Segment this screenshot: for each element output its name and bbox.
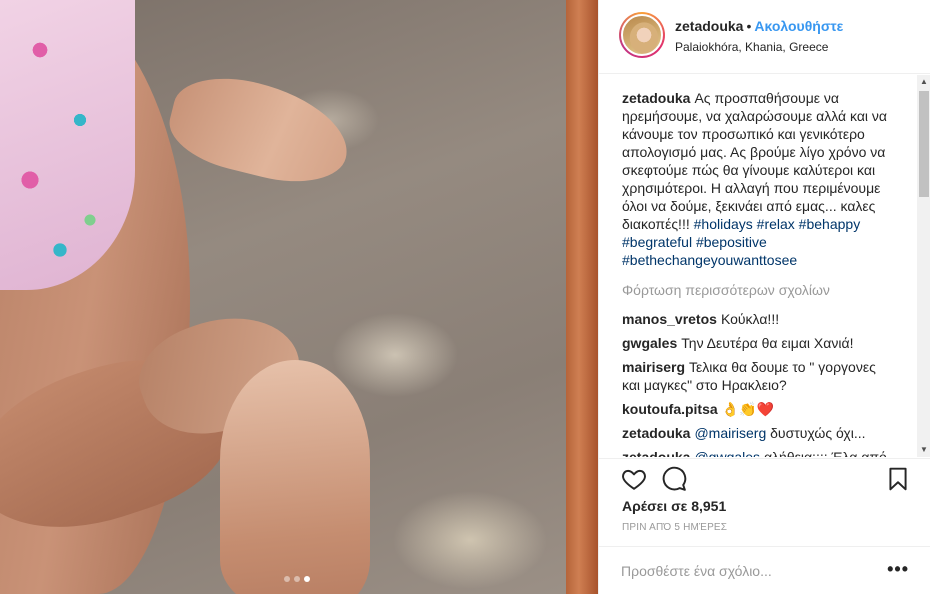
comment-item: zetadouka @mairiserg δυστυχώς όχι... [622,424,917,442]
header-user-row: zetadouka • Ακολουθήστε [675,18,843,34]
comment-mention[interactable]: @gwgales [694,449,760,457]
avatar-story-ring[interactable] [619,12,665,58]
add-comment-input[interactable] [621,559,871,583]
carousel-dot[interactable] [294,576,300,582]
post-actions [599,458,930,498]
load-more-comments-button[interactable]: Φόρτωση περισσότερων σχολίων [622,280,917,304]
heart-icon[interactable] [621,466,647,492]
comment-item: zetadouka @gwgales αλήθεια:::: Έλα από [622,448,917,457]
comment-text: Την Δευτέρα θα ειμαι Χανιά! [681,335,854,351]
add-comment-bar: ••• [599,546,930,594]
comment-item: gwgales Την Δευτέρα θα ειμαι Χανιά! [622,334,917,352]
post-header: zetadouka • Ακολουθήστε Palaiokhóra, Khani… [599,0,930,74]
post-side-panel: zetadouka • Ακολουθήστε Palaiokhóra, Khani… [598,0,930,594]
comment-item: manos_vretos Κούκλα!!! [622,310,917,328]
follow-button[interactable]: Ακολουθήστε [754,18,843,34]
comments-list[interactable]: zetadouka Ας προσπαθήσουμε να ηρεμήσουμε,… [599,75,917,457]
location-link[interactable]: Palaiokhóra, Khania, Greece [675,40,828,54]
comment-username[interactable]: zetadouka [622,449,690,457]
comment-item: koutoufa.pitsa 👌👏❤️ [622,400,917,418]
comment-username[interactable]: manos_vretos [622,311,717,327]
scroll-down-arrow-icon[interactable]: ▼ [917,443,930,457]
comment-text: Κούκλα!!! [720,311,780,327]
separator-dot: • [746,18,752,34]
caption-username[interactable]: zetadouka [622,90,690,106]
wooden-edge [566,0,598,594]
post-timestamp[interactable]: ΠΡΙΝ ΑΠΌ 5 ΗΜΈΡΕΣ [622,522,727,533]
foot-shape [220,360,370,594]
header-username[interactable]: zetadouka [675,18,743,34]
comment-item: mairiserg Τελικα θα δουμε το " γοργονες κ… [622,358,917,394]
comment-username[interactable]: gwgales [622,335,677,351]
comment-text: 👌👏❤️ [721,401,774,417]
comment-mention[interactable]: @mairiserg [694,425,766,441]
comment-username[interactable]: zetadouka [622,425,690,441]
caption-text: Ας προσπαθήσουμε να ηρεμήσουμε, να χαλαρ… [622,90,888,232]
comment-text: δυστυχώς όχι... [770,425,866,441]
comment-bubble-icon[interactable] [661,466,687,492]
avatar[interactable] [621,14,663,56]
comment-text: αλήθεια:::: Έλα από [763,449,887,457]
likes-count[interactable]: Αρέσει σε 8,951 [622,498,726,514]
scroll-up-arrow-icon[interactable]: ▲ [917,75,930,89]
comment-username[interactable]: mairiserg [622,359,685,375]
carousel-dot[interactable] [284,576,290,582]
post-photo[interactable] [0,0,598,594]
bookmark-icon[interactable] [885,466,911,492]
more-options-icon[interactable]: ••• [887,559,909,579]
comments-scrollbar[interactable]: ▲ ▼ [917,75,930,457]
carousel-dot-active[interactable] [304,576,310,582]
post-caption: zetadouka Ας προσπαθήσουμε να ηρεμήσουμε,… [622,89,917,269]
carousel-indicator [284,576,310,582]
comment-username[interactable]: koutoufa.pitsa [622,401,718,417]
scrollbar-thumb[interactable] [919,91,929,197]
